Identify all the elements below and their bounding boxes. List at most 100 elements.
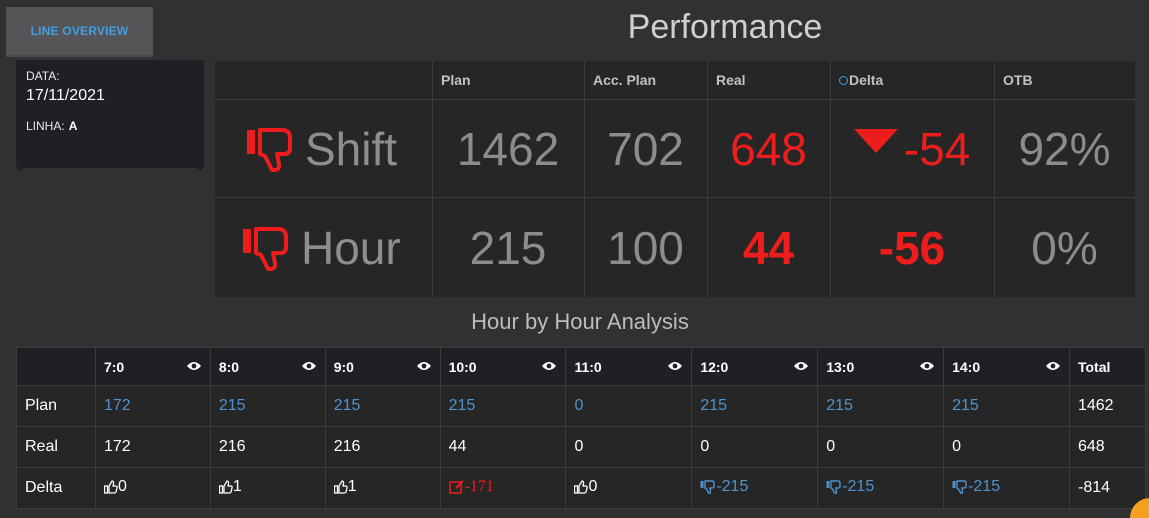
thumbs-up-icon (218, 479, 233, 494)
hour-column-header: 13:0 (817, 347, 945, 386)
plan-cell: 215 (817, 385, 945, 427)
corner-cell (16, 347, 96, 386)
plan-cell: 172 (94, 385, 211, 427)
eye-icon[interactable] (186, 360, 202, 372)
delta-value: 0 (588, 477, 598, 495)
real-cell: 0 (817, 426, 945, 468)
real-cell: 44 (439, 426, 567, 468)
hour-header-row: 7:0 8:0 9:0 10:0 11:0 12:0 13:0 14:0 Tot… (16, 347, 1147, 386)
delta-circle-icon (839, 75, 848, 85)
eye-icon[interactable] (793, 360, 809, 372)
delta-cell: -215 (943, 467, 1070, 509)
hour-by-hour-title: Hour by Hour Analysis (471, 309, 689, 334)
hour-label: Hour (301, 221, 401, 274)
hour-column-header: 9:0 (324, 347, 441, 386)
performance-title: Performance (627, 8, 823, 46)
thumbs-down-icon (826, 479, 841, 494)
linha-label: LINHA: (26, 119, 65, 133)
date-value: 17/11/2021 (26, 87, 105, 104)
eye-icon[interactable] (301, 360, 317, 372)
real-cell: 216 (209, 426, 326, 468)
real-row: Real 172 216 216 44 0 0 0 0 648 (16, 426, 1147, 468)
delta-value: -215 (968, 477, 1001, 495)
hour-column-header: 12:0 (691, 347, 819, 386)
header-plan: Plan (441, 72, 471, 88)
hour-real: 44 (742, 221, 795, 274)
shift-row-label: Shift (245, 100, 397, 197)
thumbs-down-icon (700, 479, 716, 494)
header-delta: Delta (830, 61, 994, 99)
delta-value: -215 (716, 477, 749, 495)
plan-cell: 215 (691, 385, 819, 427)
hour-label: 9:0 (333, 358, 354, 375)
header-real: Real (716, 72, 746, 88)
real-total: 648 (1068, 426, 1147, 468)
thumbs-down-icon (243, 226, 288, 271)
total-column-header: Total (1068, 347, 1147, 386)
plan-cell: 215 (209, 385, 326, 427)
delta-value: 1 (347, 477, 357, 495)
hour-row-label: Hour (241, 198, 401, 297)
line-overview-tab[interactable]: LINE OVERVIEW (6, 7, 153, 57)
delta-cell: 1 (209, 467, 326, 509)
shift-otb: 92% (1018, 122, 1111, 175)
delta-cell: 0 (565, 467, 693, 509)
real-cell: 0 (691, 426, 819, 468)
eye-icon[interactable] (541, 360, 557, 372)
real-cell: 0 (943, 426, 1070, 468)
plan-total: 1462 (1068, 385, 1147, 427)
shift-acc-plan: 702 (607, 122, 684, 175)
hour-acc-plan: 100 (607, 221, 684, 274)
hour-column-header: 11:0 (565, 347, 693, 386)
delta-cell: -215 (691, 467, 819, 509)
edit-icon (448, 479, 464, 494)
header-otb: OTB (1003, 72, 1033, 88)
hour-column-header: 14:0 (943, 347, 1070, 386)
card-bottom-band (16, 168, 204, 178)
real-row-label: Real (16, 426, 96, 468)
delta-value: -215 (842, 477, 875, 495)
plan-cell: 215 (324, 385, 441, 427)
delta-cell: 1 (324, 467, 441, 509)
real-cell: 216 (324, 426, 441, 468)
real-cell: 172 (94, 426, 211, 468)
eye-icon[interactable] (1045, 360, 1061, 372)
hour-column-header: 10:0 (439, 347, 567, 386)
hour-delta: -56 (878, 221, 946, 274)
down-triangle-icon (853, 128, 898, 153)
shift-delta: -54 (830, 100, 994, 197)
header-delta-label: Delta (849, 72, 884, 88)
plan-cell: 215 (439, 385, 567, 427)
eye-icon[interactable] (667, 360, 683, 372)
delta-cell: -215 (817, 467, 945, 509)
hour-label: 7:0 (103, 358, 125, 375)
thumbs-up-icon (333, 479, 348, 494)
real-cell: 0 (565, 426, 693, 468)
thumbs-down-icon (247, 127, 292, 172)
hour-label: 8:0 (218, 358, 240, 375)
plan-row: Plan 172 215 215 215 0 215 215 215 1462 (16, 385, 1147, 427)
delta-row-label: Delta (16, 467, 96, 509)
hour-by-hour-table: 7:0 8:0 9:0 10:0 11:0 12:0 13:0 14:0 Tot… (16, 347, 1147, 509)
hour-label: 13:0 (826, 358, 855, 375)
hour-plan: 215 (469, 221, 547, 274)
hour-column-header: 7:0 (94, 347, 211, 386)
header-acc-plan: Acc. Plan (593, 72, 657, 88)
delta-row: Delta 0 1 1 -171 0 -215 -215 -215 -814 (16, 467, 1147, 509)
hour-label: 11:0 (574, 358, 602, 375)
shift-plan: 1462 (456, 122, 560, 175)
delta-cell: 0 (94, 467, 211, 509)
hour-otb: 0% (1031, 221, 1098, 274)
shift-delta-value: -54 (903, 122, 971, 175)
linha-row: LINHA: A (26, 119, 194, 133)
delta-total: -814 (1068, 467, 1147, 509)
delta-value: -171 (464, 477, 494, 495)
plan-row-label: Plan (16, 385, 96, 427)
plan-cell: 0 (565, 385, 693, 427)
thumbs-up-icon (103, 479, 118, 494)
date-label: DATA: (26, 69, 60, 83)
plan-cell: 215 (943, 385, 1070, 427)
eye-icon[interactable] (919, 360, 935, 372)
performance-table: Plan Acc. Plan Real Delta OTB Shift 1462… (215, 61, 1135, 297)
eye-icon[interactable] (416, 360, 432, 372)
